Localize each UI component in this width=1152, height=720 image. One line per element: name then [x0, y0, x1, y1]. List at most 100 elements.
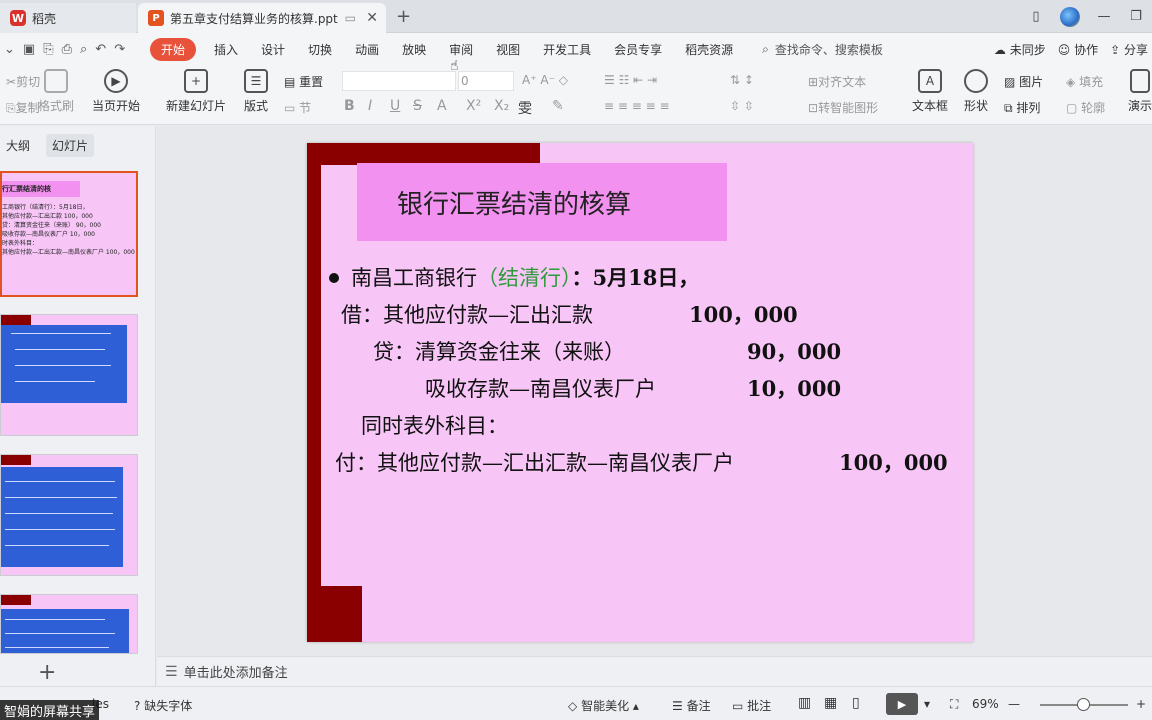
- comments-toggle[interactable]: ▭ 批注: [732, 697, 771, 714]
- fit-window-icon[interactable]: ⛶: [950, 697, 958, 712]
- text-direction-button[interactable]: ⇅ ↕: [730, 73, 754, 87]
- align-buttons[interactable]: ≡ ≡ ≡ ≡ ≡: [604, 99, 670, 113]
- arrange-button[interactable]: ⧉ 排列: [1004, 99, 1040, 116]
- minimize-icon[interactable]: —: [1088, 9, 1120, 24]
- redo-icon[interactable]: ↷: [114, 42, 125, 57]
- bold-icon[interactable]: B: [344, 98, 355, 114]
- command-search[interactable]: 查找命令、搜索模板: [775, 41, 883, 58]
- current-slide[interactable]: 银行汇票结清的核算 南昌工商银行（结清行）：5月18日， 借：其他应付款—汇出汇…: [307, 143, 973, 642]
- slide-thumbnail-4[interactable]: [0, 594, 138, 654]
- font-grow-shrink[interactable]: A⁺ A⁻ ◇: [522, 73, 568, 87]
- font-size-select[interactable]: 0: [458, 71, 514, 91]
- quick-access-toolbar: ⌄ ▣ ⎘ ⎙ ⌕ ↶ ↷: [0, 42, 150, 57]
- pinyin-icon[interactable]: 雯: [518, 98, 532, 118]
- copy-button[interactable]: ⎘复制: [6, 99, 40, 116]
- missing-font-button[interactable]: ? 缺失字体: [134, 697, 192, 714]
- restore-icon[interactable]: ❐: [1120, 9, 1152, 24]
- highlight-icon[interactable]: ✎: [552, 98, 564, 114]
- sync-status[interactable]: ☁ 未同步: [994, 41, 1046, 58]
- beautify-button[interactable]: ◇ 智能美化 ▴: [568, 697, 639, 714]
- picture-button[interactable]: ▨ 图片: [1004, 73, 1043, 90]
- tab-slides[interactable]: 幻灯片: [46, 133, 95, 157]
- search-icon[interactable]: ⌕: [762, 42, 769, 57]
- slide-line-2[interactable]: 借：其他应付款—汇出汇款: [341, 299, 593, 329]
- print-icon[interactable]: ⎙: [62, 42, 72, 57]
- notes-pane[interactable]: ☰ 单击此处添加备注: [157, 656, 1152, 686]
- slide-thumbnail-3[interactable]: [0, 454, 138, 576]
- menu-design[interactable]: 设计: [261, 41, 285, 58]
- slide-title[interactable]: 银行汇票结清的核算: [357, 163, 727, 241]
- menu-transition[interactable]: 切换: [308, 41, 332, 58]
- normal-view-icon[interactable]: ▥: [798, 695, 811, 711]
- play-from-current-button[interactable]: ▶ 当页开始: [92, 69, 140, 114]
- preview-icon[interactable]: ⌕: [80, 42, 87, 57]
- section-button[interactable]: ▭ 节: [284, 99, 311, 116]
- font-name-select[interactable]: [342, 71, 456, 91]
- collaborate-button[interactable]: ☺ 协作: [1058, 41, 1098, 58]
- slideshow-play-button[interactable]: ▶: [886, 693, 918, 715]
- menu-resources[interactable]: 稻壳资源: [685, 41, 733, 58]
- outline-button[interactable]: ▢ 轮廓: [1066, 99, 1105, 116]
- tab-home[interactable]: W 稻壳: [0, 3, 136, 33]
- menu-slideshow[interactable]: 放映: [402, 41, 426, 58]
- export-icon[interactable]: ⎘: [43, 42, 53, 57]
- new-slide-button[interactable]: + 新建幻灯片: [166, 69, 226, 114]
- close-tab-icon[interactable]: ✕: [366, 10, 378, 26]
- zoom-in-icon[interactable]: +: [1136, 697, 1146, 711]
- font-color-icon[interactable]: A: [437, 98, 447, 114]
- chevron-down-icon[interactable]: ⌄: [4, 42, 15, 57]
- smartart-button[interactable]: ⊡转智能图形: [808, 99, 878, 116]
- menu-member[interactable]: 会员专享: [614, 41, 662, 58]
- slide-line-4-amount[interactable]: 10，000: [747, 373, 841, 403]
- fill-button[interactable]: ◈ 填充: [1066, 73, 1103, 90]
- cut-button[interactable]: ✂剪切: [6, 73, 40, 90]
- tab-outline[interactable]: 大纲: [0, 134, 36, 157]
- slide-line-1[interactable]: 南昌工商银行（结清行）：5月18日，: [329, 262, 699, 292]
- share-button[interactable]: ⇪ 分享: [1110, 41, 1148, 58]
- menu-insert[interactable]: 插入: [214, 41, 238, 58]
- play-options-chevron-icon[interactable]: ▾: [924, 697, 930, 711]
- slide-line-3[interactable]: 贷：清算资金往来（来账）: [373, 336, 625, 366]
- menu-developer[interactable]: 开发工具: [543, 41, 591, 58]
- new-tab-button[interactable]: +: [396, 6, 411, 27]
- slide-line-3-amount[interactable]: 90，000: [747, 336, 841, 366]
- slide-line-6[interactable]: 付：其他应付款—汇出汇款—南昌仪表厂户: [335, 447, 734, 477]
- present-button[interactable]: 演示: [1128, 69, 1152, 114]
- notes-toggle[interactable]: ☰ 备注: [672, 697, 711, 714]
- save-icon[interactable]: ▣: [23, 42, 35, 57]
- layout-icon[interactable]: ▯: [1020, 9, 1052, 24]
- subscript-icon[interactable]: X₂: [494, 98, 509, 114]
- list-buttons[interactable]: ☰ ☷ ⇤ ⇥: [604, 73, 657, 87]
- menu-view[interactable]: 视图: [496, 41, 520, 58]
- slide-line-6-amount[interactable]: 100，000: [839, 447, 948, 477]
- avatar[interactable]: [1060, 6, 1080, 27]
- line-spacing-button[interactable]: ⇳ ⇳: [730, 99, 754, 113]
- textbox-button[interactable]: A 文本框: [912, 69, 948, 114]
- window-icon[interactable]: ▭: [345, 11, 356, 25]
- italic-icon[interactable]: I: [368, 98, 372, 114]
- underline-icon[interactable]: U: [390, 98, 400, 114]
- slide-thumbnail-1[interactable]: 行汇票结清的核 工商银行（结清行）：5月18日， 其他应付款—汇出汇款 100，…: [0, 171, 138, 297]
- sorter-view-icon[interactable]: ▦: [824, 695, 837, 711]
- superscript-icon[interactable]: X²: [466, 98, 481, 114]
- slide-line-5[interactable]: 同时表外科目：: [361, 410, 508, 440]
- slide-line-2-amount[interactable]: 100，000: [689, 299, 798, 329]
- add-slide-button[interactable]: +: [38, 660, 56, 685]
- reading-view-icon[interactable]: ▯: [852, 695, 860, 711]
- layout-button[interactable]: ☰ 版式: [244, 69, 268, 114]
- align-text-button[interactable]: ⊞对齐文本: [808, 73, 866, 90]
- slide-line-4[interactable]: 吸收存款—南昌仪表厂户: [425, 373, 656, 403]
- undo-icon[interactable]: ↶: [95, 42, 106, 57]
- strikethrough-icon[interactable]: S: [413, 98, 422, 114]
- reset-button[interactable]: ▤ 重置: [284, 73, 323, 90]
- zoom-level[interactable]: 69%: [972, 697, 999, 711]
- tab-document[interactable]: P 第五章支付结算业务的核算.ppt ▭ ✕: [138, 3, 386, 33]
- zoom-out-icon[interactable]: —: [1008, 697, 1020, 711]
- zoom-slider-handle[interactable]: [1077, 698, 1090, 711]
- shape-button[interactable]: 形状: [964, 69, 988, 114]
- menu-review[interactable]: 审阅: [449, 41, 473, 58]
- slide-thumbnail-2[interactable]: [0, 314, 138, 436]
- menu-home[interactable]: 开始: [150, 37, 197, 61]
- menu-animation[interactable]: 动画: [355, 41, 379, 58]
- format-painter-button[interactable]: 格式刷: [38, 69, 74, 114]
